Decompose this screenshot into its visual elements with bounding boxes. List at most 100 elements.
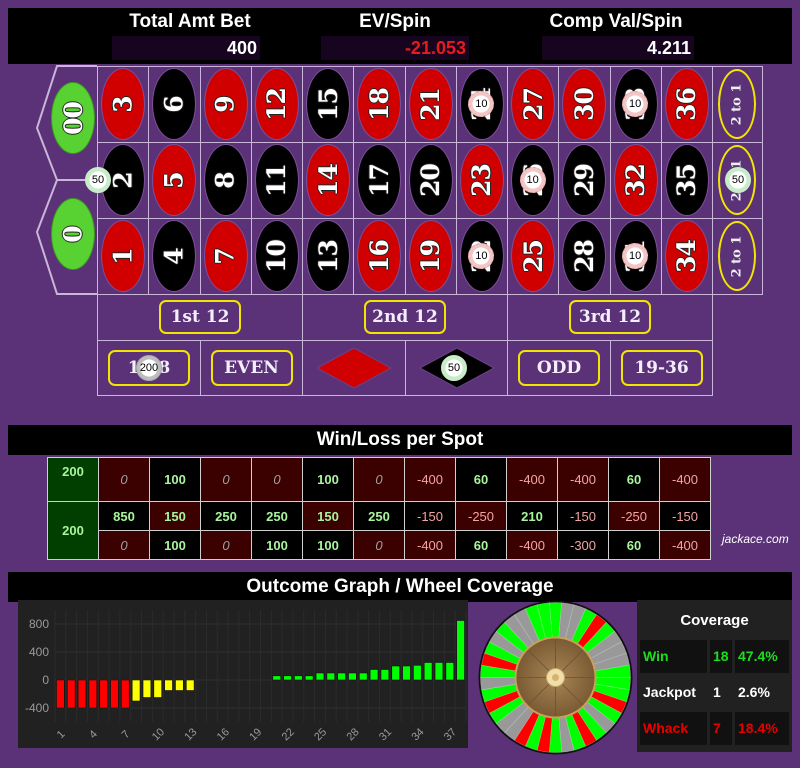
number-6[interactable]: 6 [152,68,197,140]
outcome-bar [326,672,336,681]
winloss-cell-34: -400 [659,530,711,560]
number-30[interactable]: 30 [562,68,607,140]
number-00-label: 00 [58,101,88,135]
column-bet-1[interactable]: 2 to 1 [718,69,756,139]
number-11[interactable]: 11 [254,144,299,216]
number-8[interactable]: 8 [203,144,248,216]
winloss-cell-28: -300 [557,530,609,560]
brand-link[interactable]: jackace.com [722,532,789,546]
number-00[interactable]: 00 [51,82,95,154]
winloss-cell-25: -400 [506,530,558,560]
y-tick-label: 400 [29,645,49,659]
number-17[interactable]: 17 [357,144,402,216]
number-7[interactable]: 7 [203,220,248,292]
even-money-bet-even[interactable]: EVEN [210,350,293,386]
number-label: 34 [672,239,702,273]
number-12[interactable]: 12 [254,68,299,140]
column-bet-label: 2 to 1 [729,235,745,277]
chip-1-18[interactable]: 200 [136,355,162,381]
number-13[interactable]: 13 [306,220,350,292]
winloss-cell-36: -400 [659,457,711,502]
winloss-cell-30: -400 [557,457,609,502]
wheel-coverage [478,600,633,755]
number-15[interactable]: 15 [306,68,350,140]
number-label: 16 [364,239,394,273]
winloss-cell-29: -150 [557,501,609,531]
even-money-bet-odd[interactable]: ODD [518,350,600,386]
x-tick-label: 31 [377,726,394,743]
winloss-0: 200 [47,501,99,560]
number-3[interactable]: 3 [101,68,145,140]
number-19[interactable]: 19 [408,220,453,292]
x-tick-label: 16 [215,726,232,743]
coverage-row-whack: Whack 7 18.4% [640,712,789,745]
winloss-cell-1: 0 [98,530,150,560]
number-21[interactable]: 21 [408,68,453,140]
outcome-bar [445,662,454,681]
number-label: 10 [262,239,292,273]
number-27[interactable]: 27 [511,68,555,140]
column-bet-3[interactable]: 2 to 1 [718,221,756,291]
number-label: 13 [313,239,343,273]
chip-split-0-00[interactable]: 50 [85,167,111,193]
coverage-pct: 2.6% [738,684,770,700]
dozen-bet-3[interactable]: 3rd 12 [569,300,651,334]
number-10[interactable]: 10 [254,220,299,292]
even-money-bet-19-36[interactable]: 19-36 [620,350,703,386]
chip-number-33[interactable]: 10 [622,91,649,117]
coverage-label: Win [640,640,707,673]
number-5[interactable]: 5 [152,144,197,216]
number-25[interactable]: 25 [511,220,555,292]
number-34[interactable]: 34 [664,220,709,292]
winloss-cell-18: 0 [353,457,405,502]
winloss-cell-12: 0 [251,457,303,502]
winloss-cell-10: 100 [251,530,303,560]
winloss-cell-6: 100 [149,457,201,502]
number-label: 12 [262,87,292,121]
number-label: 14 [313,163,343,197]
red-bet-diamond[interactable] [317,348,391,388]
number-4[interactable]: 4 [152,220,197,292]
number-label: 9 [211,95,240,113]
number-9[interactable]: 9 [203,68,248,140]
chip-black[interactable]: 50 [441,355,467,381]
winloss-cell-22: 60 [455,530,507,560]
number-14[interactable]: 14 [306,144,350,216]
x-tick-label: 37 [442,726,459,743]
number-28[interactable]: 28 [562,220,607,292]
winloss-cell-4: 100 [149,530,201,560]
number-0[interactable]: 0 [51,198,95,270]
number-32[interactable]: 32 [613,144,658,216]
number-label: 11 [262,163,292,197]
dozen-bet-1[interactable]: 1st 12 [159,300,241,334]
number-label: 27 [518,87,548,121]
chip-column-2[interactable]: 50 [725,167,751,193]
outcome-title: Outcome Graph / Wheel Coverage [8,572,792,602]
number-20[interactable]: 20 [408,144,453,216]
outcome-bar [294,675,303,681]
outcome-bar [142,679,152,698]
x-tick-label: 10 [150,726,167,743]
number-29[interactable]: 29 [562,144,607,216]
number-label: 19 [415,239,445,273]
winloss-cell-8: 250 [200,501,252,531]
number-1[interactable]: 1 [101,220,145,292]
chip-number-26[interactable]: 10 [519,167,546,193]
number-23[interactable]: 23 [459,144,504,216]
number-18[interactable]: 18 [357,68,402,140]
number-label: 23 [467,163,497,197]
number-36[interactable]: 36 [664,68,709,140]
number-35[interactable]: 35 [664,144,709,216]
outcome-bar [121,679,130,709]
coverage-pct: 18.4% [735,712,789,745]
winloss-cell-21: -400 [404,457,456,502]
y-tick-label: 0 [42,673,49,687]
dozen-bet-2[interactable]: 2nd 12 [364,300,446,334]
winloss-00: 200 [47,457,99,502]
number-label: 28 [569,239,599,273]
chip-number-31[interactable]: 10 [622,243,649,269]
number-label: 36 [672,87,702,121]
number-16[interactable]: 16 [357,220,402,292]
coverage-label: Jackpot [643,684,696,700]
x-tick-label: 7 [120,728,133,741]
